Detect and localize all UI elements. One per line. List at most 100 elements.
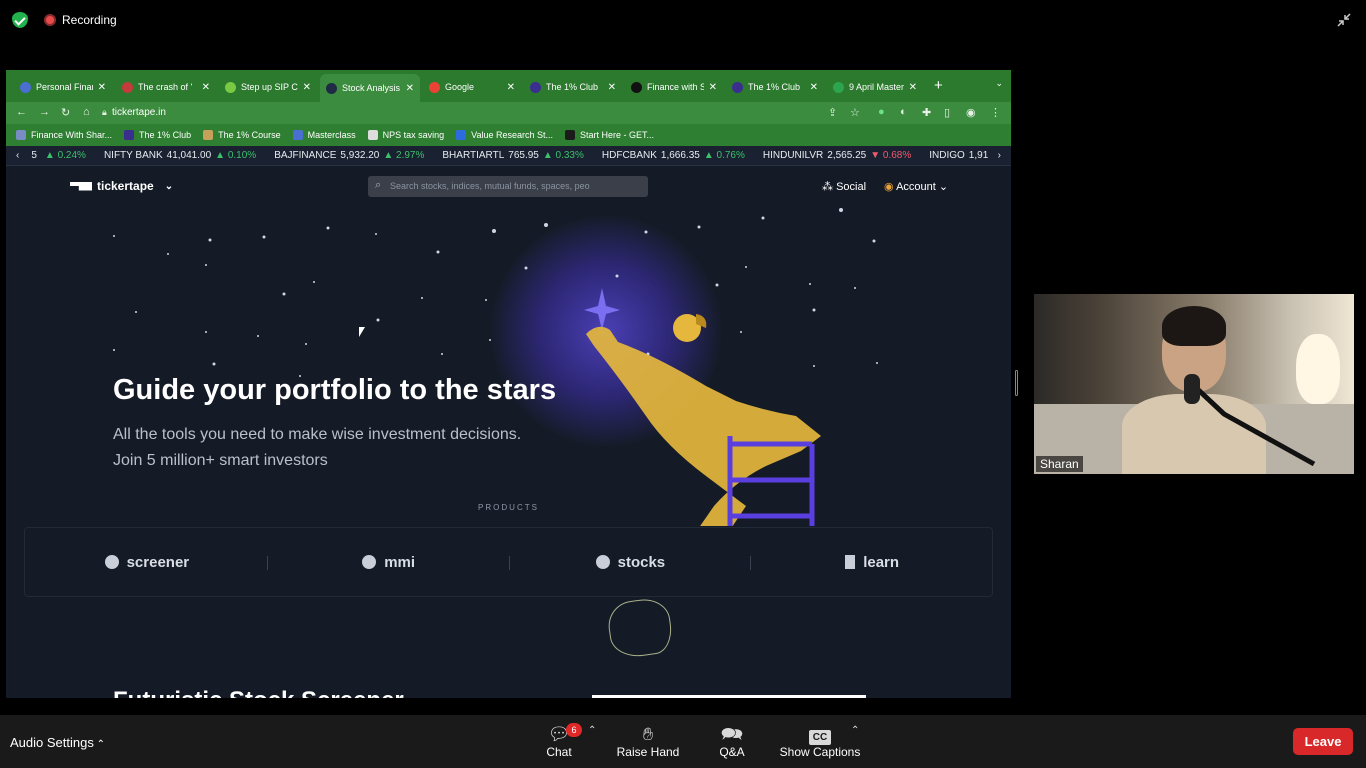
product-stocks[interactable]: stocks <box>508 528 751 596</box>
ticker-item[interactable]: HDFCBANK 1,666.35 ▲ 0.76% <box>602 150 749 161</box>
ticker-prev-icon[interactable]: ‹ <box>16 150 19 161</box>
bookmark-item[interactable]: Masterclass <box>292 130 356 140</box>
bookmark-item[interactable]: Start Here - GET... <box>565 130 654 140</box>
tab-title: Finance with S <box>647 82 704 92</box>
extension-grammarly-icon[interactable]: ● <box>878 106 885 118</box>
browser-tab[interactable]: The crash of ' ✕ <box>116 76 216 98</box>
ticker-item[interactable]: HINDUNILVR 2,565.25 ▼ 0.68% <box>763 150 915 161</box>
tab-favicon-icon <box>732 81 743 93</box>
close-tab-icon[interactable]: ✕ <box>709 82 717 93</box>
ticker-next-icon[interactable]: › <box>998 150 1001 161</box>
tab-search-chevron-icon[interactable]: ⌄ <box>995 78 1003 89</box>
hero-section: Guide your portfolio to the stars All th… <box>6 206 1011 526</box>
bookmark-label: Masterclass <box>307 130 356 140</box>
ticker-item[interactable]: BHARTIARTL 765.95 ▲ 0.33% <box>442 150 588 161</box>
tab-title: Stock Analysis <box>342 83 401 93</box>
bookmark-label: NPS tax saving <box>382 130 445 140</box>
close-tab-icon[interactable]: ✕ <box>608 82 616 93</box>
close-tab-icon[interactable]: ✕ <box>406 83 414 94</box>
raise-hand-label: Raise Hand <box>616 745 680 759</box>
browser-tab[interactable]: 9 April Master ✕ <box>827 76 923 98</box>
social-label: Social <box>836 181 867 193</box>
raise-hand-button[interactable]: ✋︎ Raise Hand <box>616 723 680 759</box>
tab-title: The crash of ' <box>138 82 193 92</box>
reload-icon[interactable]: ↻ <box>61 106 70 119</box>
close-tab-icon[interactable]: ✕ <box>202 82 210 93</box>
close-tab-icon[interactable]: ✕ <box>303 82 311 93</box>
bookmark-item[interactable]: Finance With Shar... <box>16 130 112 140</box>
participant-name-tag: Sharan <box>1036 456 1083 472</box>
bookmark-favicon-icon <box>456 130 467 140</box>
back-arrow-icon[interactable]: ← <box>16 106 27 118</box>
exit-fullscreen-icon[interactable] <box>1336 12 1352 28</box>
leave-button[interactable]: Leave <box>1293 728 1353 755</box>
browser-tab-active[interactable]: Stock Analysis ✕ <box>320 74 420 102</box>
side-panel-icon[interactable]: ▯ <box>944 106 950 119</box>
url-field[interactable]: tickertape.in <box>112 107 166 118</box>
tickertape-logo[interactable]: tickertape ⌄ <box>70 179 173 193</box>
tab-favicon-icon <box>326 82 337 94</box>
audio-settings-button[interactable]: Audio Settings ⌃ <box>10 735 105 750</box>
show-captions-button[interactable]: CC Show Captions <box>778 723 862 759</box>
share-icon[interactable]: ⇪ <box>828 106 837 119</box>
search-input[interactable]: Search stocks, indices, mutual funds, sp… <box>368 176 648 197</box>
captions-options-chevron-icon[interactable]: ⌃ <box>851 725 859 736</box>
lock-icon[interactable]: 🔒︎ <box>102 107 107 118</box>
chevron-down-icon: ⌄ <box>935 181 949 193</box>
close-tab-icon[interactable]: ✕ <box>507 82 515 93</box>
account-avatar-icon: ◉ <box>884 181 897 193</box>
extensions-puzzle-icon[interactable]: ✚ <box>922 106 931 119</box>
security-shield-icon[interactable] <box>12 12 28 28</box>
product-label: screener <box>126 553 190 571</box>
bookmark-item[interactable]: The 1% Course <box>203 130 281 140</box>
home-icon[interactable]: ⌂ <box>83 106 90 118</box>
social-link[interactable]: ⁂ Social <box>822 180 866 193</box>
account-menu[interactable]: ◉ Account ⌄ <box>884 180 948 193</box>
profile-avatar-icon[interactable]: ◉ <box>966 106 976 119</box>
decorative-outline-shape <box>605 595 675 661</box>
tab-favicon-icon <box>530 81 541 93</box>
forward-arrow-icon[interactable]: → <box>39 106 50 118</box>
bookmark-item[interactable]: NPS tax saving <box>367 130 445 140</box>
qa-button[interactable]: 🗪︎ Q&A <box>714 723 750 759</box>
product-label: stocks <box>617 553 666 571</box>
ticker-item[interactable]: 5 ▲ 0.24% <box>31 150 90 161</box>
ticker-item[interactable]: BAJFINANCE 5,932.20 ▲ 2.97% <box>274 150 428 161</box>
tab-title: The 1% Club <box>748 82 801 92</box>
qa-label: Q&A <box>719 745 745 759</box>
recording-label: Recording <box>62 13 117 27</box>
bookmark-favicon-icon <box>124 130 135 140</box>
ticker-change: ▲ 0.24% <box>44 150 86 161</box>
browser-tab[interactable]: Finance with S ✕ <box>625 76 723 98</box>
product-screener[interactable]: screener <box>25 528 267 596</box>
close-tab-icon[interactable]: ✕ <box>98 82 106 93</box>
mmi-gauge-icon <box>360 553 379 571</box>
bookmark-item[interactable]: The 1% Club <box>124 130 191 140</box>
browser-tab[interactable]: The 1% Club ✕ <box>726 76 824 98</box>
shared-browser-window: Personal Finan ✕ The crash of ' ✕ Step u… <box>6 70 1011 698</box>
chat-options-chevron-icon[interactable]: ⌃ <box>588 725 596 736</box>
product-learn[interactable]: learn <box>750 528 992 596</box>
browser-menu-icon[interactable]: ⋮ <box>990 106 1001 119</box>
close-tab-icon[interactable]: ✕ <box>810 82 818 93</box>
participant-video[interactable]: Sharan <box>1034 294 1354 474</box>
chat-button[interactable]: 💬︎ 6 Chat <box>544 723 582 759</box>
ticker-item[interactable]: NIFTY BANK 41,041.00 ▲ 0.10% <box>104 150 260 161</box>
bookmark-item[interactable]: Value Research St... <box>456 130 553 140</box>
product-mmi[interactable]: mmi <box>266 528 509 596</box>
browser-tab[interactable]: The 1% Club ✕ <box>524 76 622 98</box>
bookmark-star-icon[interactable]: ☆ <box>850 106 860 119</box>
extension-icon[interactable]: ◐ <box>900 106 907 118</box>
ticker-price: 1,911.95 <box>968 150 988 161</box>
ticker-symbol: NIFTY BANK <box>103 150 163 161</box>
browser-tab[interactable]: Personal Finan ✕ <box>14 76 112 98</box>
new-tab-plus-icon[interactable]: + <box>934 77 943 94</box>
split-view-resize-handle[interactable] <box>1015 370 1018 396</box>
close-tab-icon[interactable]: ✕ <box>909 82 917 93</box>
ticker-item[interactable]: INDIGO1,911.95 <box>929 150 987 161</box>
browser-tab[interactable]: Google ✕ <box>423 76 521 98</box>
ticker-strip: ‹ 5 ▲ 0.24% NIFTY BANK 41,041.00 ▲ 0.10% BAJF… <box>6 146 1011 166</box>
recording-indicator[interactable]: Recording <box>44 13 117 27</box>
browser-tab[interactable]: Step up SIP C. ✕ <box>219 76 317 98</box>
chevron-up-icon: ⌃ <box>93 739 106 750</box>
